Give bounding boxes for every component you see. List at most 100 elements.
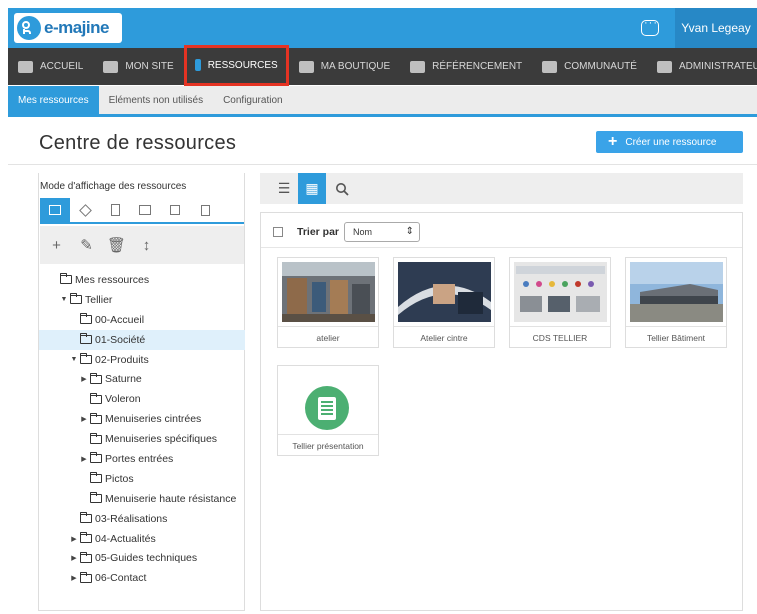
tree-item[interactable]: Menuiseries spécifiques — [39, 429, 245, 449]
tag-mode-tab[interactable] — [70, 198, 100, 222]
folder-icon — [70, 293, 82, 305]
folder-mode-tab[interactable] — [40, 198, 70, 222]
caret-down-icon[interactable]: ▼ — [70, 356, 78, 363]
tree-item[interactable]: Pictos — [39, 469, 245, 489]
resource-card-tellier-presentation[interactable]: Tellier présentation — [277, 365, 379, 456]
search-icon[interactable] — [328, 173, 356, 204]
tree-item[interactable]: 00-Accueil — [39, 310, 245, 330]
caret-right-icon[interactable]: ▶ — [80, 455, 88, 463]
tree-item-label: 06-Contact — [95, 572, 147, 585]
nav-item-referencement[interactable]: RÉFÉRENCEMENT — [400, 48, 532, 85]
page-title: Centre de ressources — [39, 132, 237, 154]
resource-card-cds-tellier[interactable]: CDS TELLIER — [509, 257, 611, 348]
tree-item[interactable]: Mes ressources — [39, 270, 245, 290]
tree-item[interactable]: 03-Réalisations — [39, 509, 245, 529]
tree-item-label: Tellier — [85, 293, 113, 306]
sort-value: Nom — [353, 227, 373, 237]
card-label: Atelier cintre — [394, 326, 494, 348]
thumbnail-tellier-batiment — [630, 262, 723, 322]
document-mode-tab[interactable] — [100, 198, 130, 222]
image-mode-tab[interactable] — [130, 198, 160, 222]
mode-underline — [40, 222, 244, 224]
resource-card-tellier-batiment[interactable]: Tellier Bâtiment — [625, 257, 727, 348]
nav-item-ressources[interactable]: RESSOURCES — [183, 44, 289, 86]
resource-card-atelier[interactable]: atelier — [277, 257, 379, 348]
nav-item-mon-site[interactable]: MON SITE — [93, 48, 183, 85]
tree-item[interactable]: ▶ 06-Contact — [39, 568, 245, 588]
card-label: atelier — [278, 326, 378, 348]
folder-icon — [60, 273, 72, 285]
tree-item-label: Menuiserie haute résistance — [105, 492, 237, 505]
tree-item-label: Mes ressources — [75, 273, 150, 286]
tab-mes-ressources[interactable]: Mes ressources — [8, 86, 99, 114]
monitor-icon — [103, 60, 119, 73]
document-presentation-icon — [305, 386, 349, 430]
resource-card-atelier-cintre[interactable]: Atelier cintre — [393, 257, 495, 348]
tree-item-label: 04-Actualités — [95, 532, 156, 545]
tree-item-label: Pictos — [105, 472, 134, 485]
tree-item[interactable]: Voleron — [39, 389, 245, 409]
chat-icon[interactable] — [641, 17, 659, 36]
app-logo[interactable]: e-majine — [14, 13, 122, 43]
folder-icon — [90, 492, 102, 504]
tree-item-label: Voleron — [105, 393, 141, 406]
move-icon[interactable]: ↕ — [133, 237, 160, 254]
tree-item[interactable]: ▶ 04-Actualités — [39, 529, 245, 549]
tree-item-label: 02-Produits — [95, 353, 149, 366]
folder-icon — [90, 452, 102, 464]
caret-down-icon[interactable]: ▼ — [60, 296, 68, 303]
nav-item-ma-boutique[interactable]: MA BOUTIQUE — [289, 48, 400, 85]
tree-item[interactable]: ▶ Saturne — [39, 369, 245, 389]
select-all-checkbox[interactable] — [273, 227, 283, 237]
folder-icon — [90, 392, 102, 404]
nav-item-administrateurs[interactable]: ADMINISTRATEURS — [647, 48, 757, 85]
add-icon[interactable]: + — [43, 237, 70, 254]
sort-select[interactable]: Nom — [344, 222, 421, 242]
nav-label: COMMUNAUTÉ — [564, 61, 637, 72]
logo-text: e-majine — [44, 18, 109, 37]
caret-right-icon[interactable]: ▶ — [70, 574, 78, 582]
tree-item[interactable]: ▶ Menuiseries cintrées — [39, 409, 245, 429]
tree-item[interactable]: ▶ Portes entrées — [39, 449, 245, 469]
folder-icon — [80, 551, 92, 563]
caret-right-icon[interactable]: ▶ — [70, 535, 78, 543]
tree-item[interactable]: ▶ 05-Guides techniques — [39, 548, 245, 568]
tab-configuration[interactable]: Configuration — [213, 86, 292, 114]
resources-icon — [194, 59, 201, 71]
top-bar: e-majine Yvan Legeay — [8, 8, 757, 48]
main-nav: ACCUEIL MON SITE RESSOURCES MA BOUTIQUE … — [8, 44, 757, 86]
page-header: Centre de ressources + Créer une ressour… — [8, 120, 757, 165]
calendar-icon — [170, 205, 180, 215]
tab-elements-non-utilises[interactable]: Eléments non utilisés — [99, 86, 214, 114]
create-resource-button[interactable]: + Créer une ressource — [596, 131, 743, 153]
grid-view-icon[interactable]: ▦ — [298, 173, 326, 204]
delete-icon[interactable]: 🗑 — [103, 236, 130, 254]
tree-item[interactable]: Menuiserie haute résistance — [39, 489, 245, 509]
folder-icon — [90, 472, 102, 484]
nav-label: MA BOUTIQUE — [320, 61, 391, 72]
card-label: Tellier présentation — [278, 434, 378, 456]
image-icon — [139, 205, 151, 215]
display-mode-label: Mode d'affichage des ressources — [40, 181, 187, 192]
tree-item-label: 05-Guides techniques — [95, 552, 198, 565]
caret-right-icon[interactable]: ▶ — [70, 554, 78, 562]
tree-item[interactable]: ▼ Tellier — [39, 290, 245, 310]
nav-item-accueil[interactable]: ACCUEIL — [8, 48, 93, 85]
folder-icon — [80, 313, 92, 325]
edit-icon[interactable]: ✎ — [73, 236, 100, 254]
view-toolbar: ☰ ▦ — [260, 173, 743, 204]
tag-icon — [78, 203, 92, 217]
trash-icon — [200, 204, 210, 216]
calendar-mode-tab[interactable] — [160, 198, 190, 222]
trash-mode-tab[interactable] — [190, 198, 220, 222]
caret-right-icon[interactable]: ▶ — [80, 375, 88, 383]
list-view-icon[interactable]: ☰ — [270, 173, 298, 204]
user-menu[interactable]: Yvan Legeay — [675, 8, 757, 48]
nav-label: ADMINISTRATEURS — [678, 61, 757, 72]
tree-item[interactable]: ▼ 02-Produits — [39, 350, 245, 370]
nav-item-communaute[interactable]: COMMUNAUTÉ — [532, 48, 647, 85]
caret-right-icon[interactable]: ▶ — [80, 415, 88, 423]
card-label: Tellier Bâtiment — [626, 326, 726, 348]
tree-item[interactable]: 01-Société — [39, 329, 245, 350]
home-icon — [18, 60, 33, 73]
